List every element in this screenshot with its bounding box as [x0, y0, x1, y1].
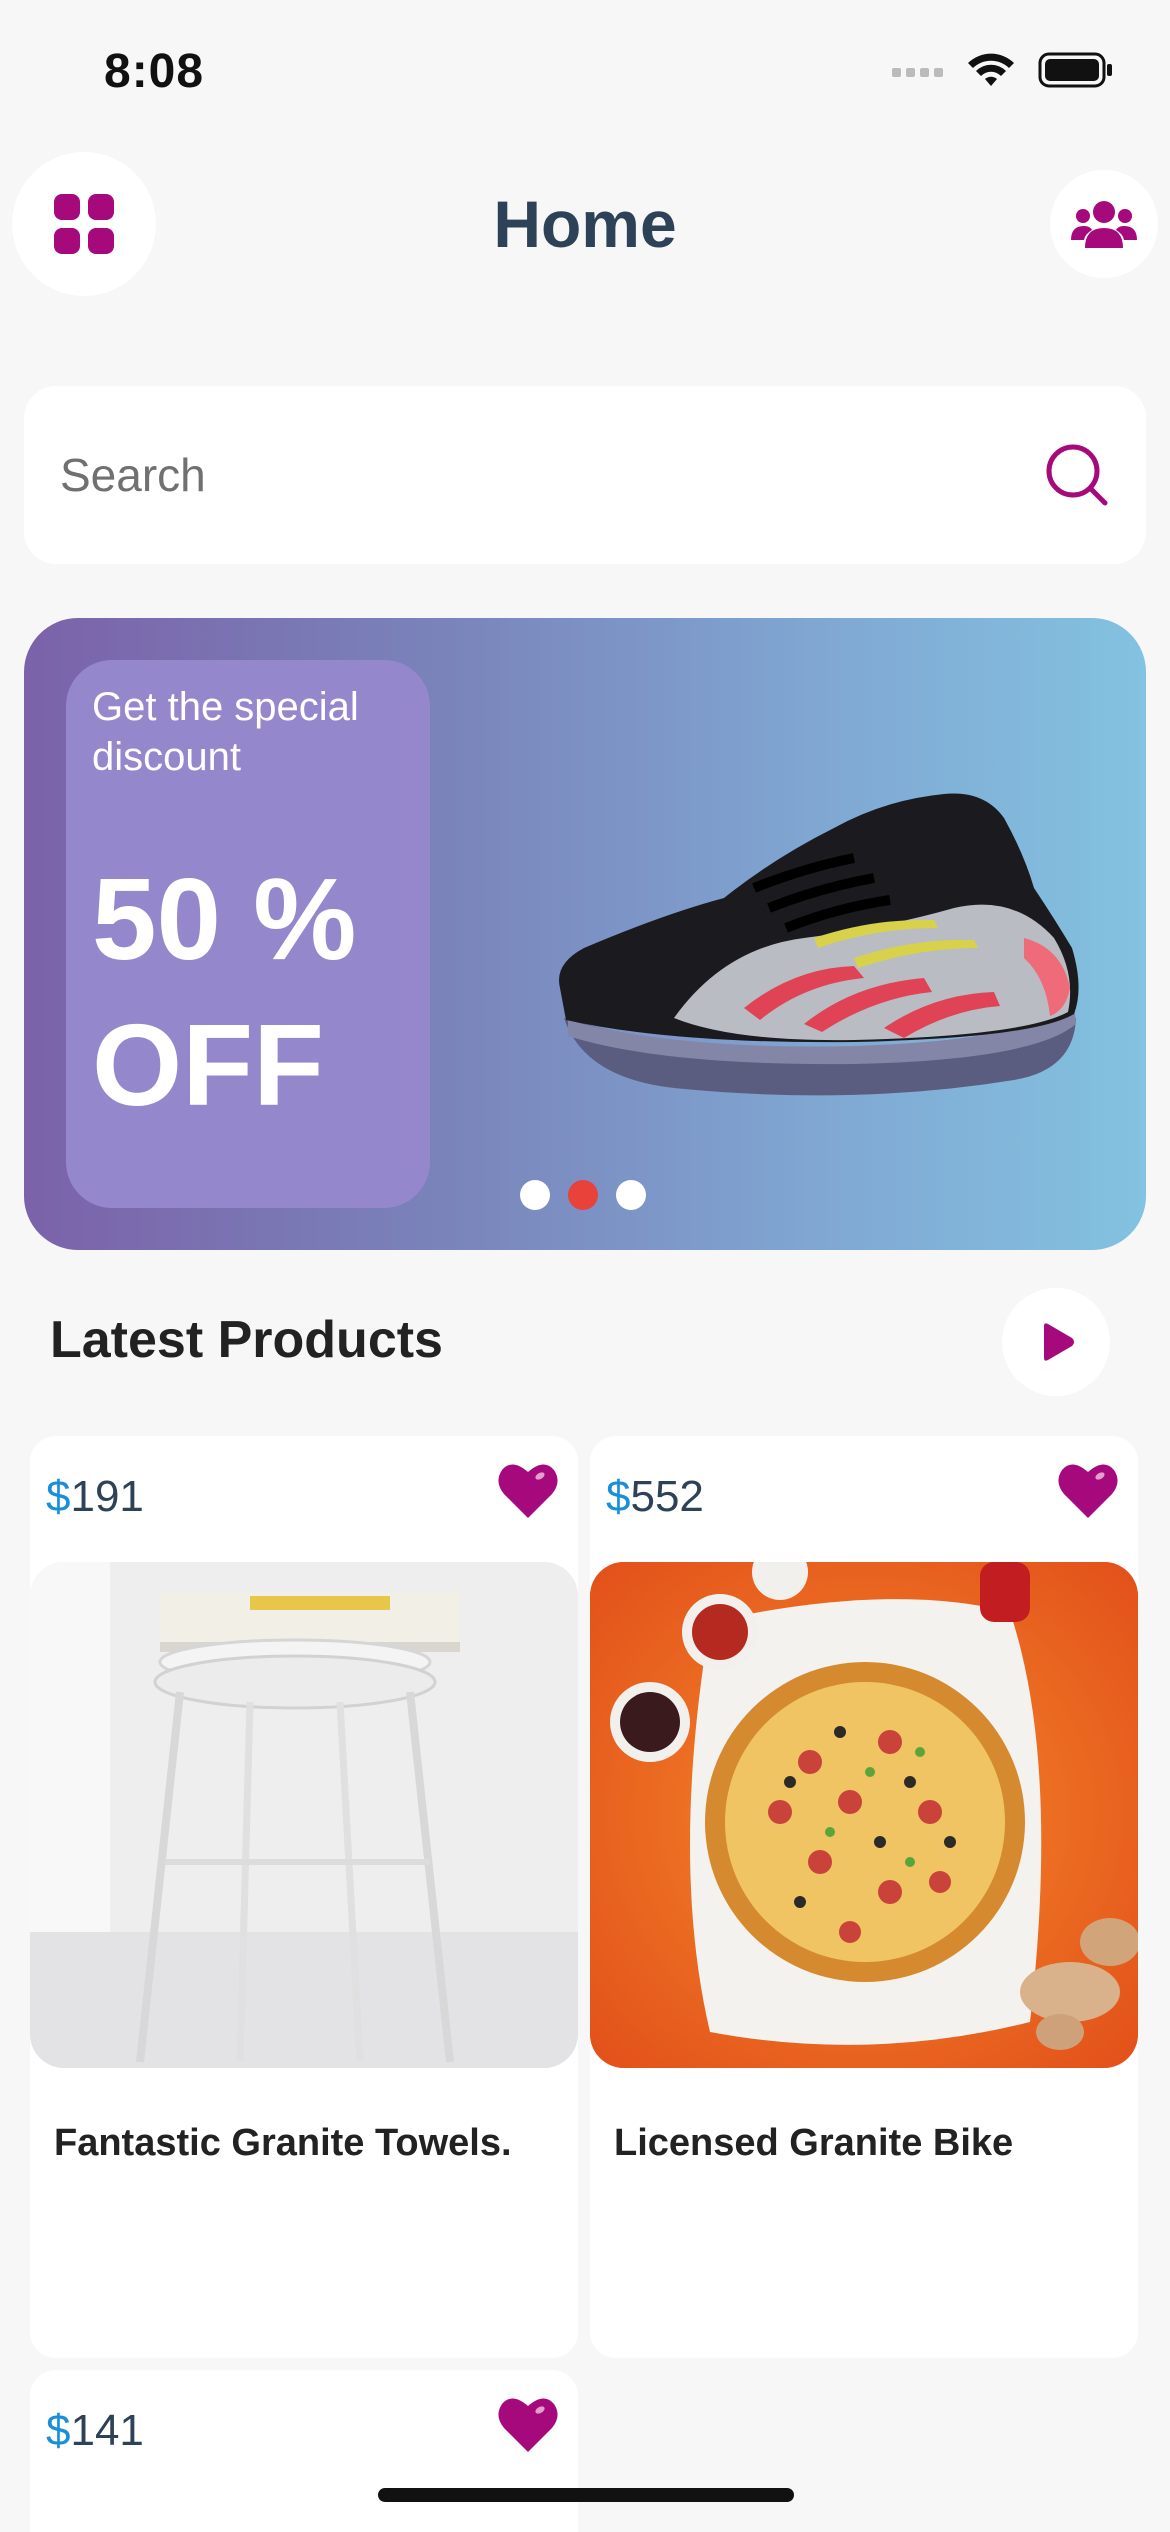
product-name: Fantastic Granite Towels.	[54, 2122, 512, 2164]
product-name: Licensed Granite Bike	[614, 2122, 1014, 2164]
home-indicator[interactable]	[378, 2488, 794, 2502]
search-bar	[24, 386, 1146, 564]
product-card[interactable]: $552 Licensed Granite Bike	[590, 1436, 1138, 2358]
promo-subtitle: Get the special discount	[92, 685, 359, 779]
product-price: $141	[46, 2406, 144, 2455]
product-card[interactable]: $191 Fantastic Granite Towels.	[30, 1436, 578, 2358]
carousel-dot[interactable]	[520, 1180, 550, 1210]
product-price: $191	[46, 1472, 144, 1521]
product-price: $552	[606, 1472, 704, 1521]
status-time: 8:08	[104, 45, 205, 98]
see-all-button[interactable]	[1002, 1288, 1110, 1396]
carousel-dot[interactable]	[616, 1180, 646, 1210]
product-card[interactable]: $141	[30, 2370, 578, 2532]
play-icon	[1044, 1323, 1074, 1361]
status-icons	[892, 52, 1114, 88]
product-image	[30, 1562, 578, 2068]
heart-icon[interactable]	[496, 2394, 560, 2454]
search-input[interactable]	[60, 440, 960, 510]
carousel-dots	[520, 1180, 646, 1210]
battery-icon	[1038, 52, 1112, 88]
carousel-dot-active[interactable]	[568, 1180, 598, 1210]
heart-icon[interactable]	[496, 1460, 560, 1520]
section-title: Latest Products	[50, 1311, 443, 1369]
product-image	[590, 1562, 1138, 2068]
promo-card: Get the special discount 50 % OFF	[66, 660, 430, 1208]
signal-icon	[892, 68, 943, 77]
heart-icon[interactable]	[1056, 1460, 1120, 1520]
sneaker-image	[559, 793, 1079, 1096]
users-icon	[1071, 201, 1137, 248]
promo-headline: 50 % OFF	[92, 854, 357, 1130]
users-button[interactable]	[1050, 170, 1158, 278]
wifi-icon	[968, 53, 1014, 86]
search-icon[interactable]	[1044, 442, 1110, 508]
page-title: Home	[493, 187, 677, 261]
promo-banner[interactable]: Get the special discount 50 % OFF	[24, 618, 1146, 1250]
